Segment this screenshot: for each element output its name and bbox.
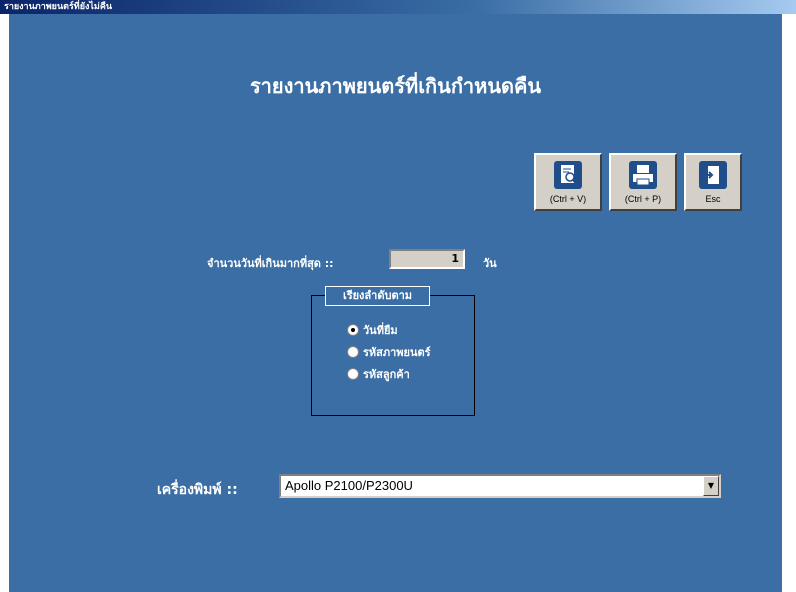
sort-option-label: รหัสลูกค้า [363, 368, 410, 381]
printer-select[interactable]: Apollo P2100/P2300U ▼ [279, 474, 721, 498]
preview-shortcut-label: (Ctrl + V) [549, 194, 587, 204]
preview-button[interactable]: (Ctrl + V) [534, 153, 602, 211]
window-titlebar: รายงานภาพยนตร์ที่ยังไม่คืน [0, 0, 796, 14]
window-title: รายงานภาพยนตร์ที่ยังไม่คืน [4, 2, 113, 12]
print-button[interactable]: (Ctrl + P) [609, 153, 677, 211]
dropdown-arrow-icon[interactable]: ▼ [703, 476, 719, 496]
print-preview-icon [554, 161, 582, 189]
printer-label: เครื่องพิมพ์ :: [157, 482, 238, 498]
page-title: รายงานภาพยนตร์ที่เกินกำหนดคืน [249, 74, 542, 98]
printer-selected-value: Apollo P2100/P2300U [285, 478, 413, 493]
exit-door-icon [699, 161, 727, 189]
days-unit-label: วัน [483, 257, 497, 270]
report-form: รายงานภาพยนตร์ที่เกินกำหนดคืน (Ctrl + V)… [9, 14, 782, 592]
exit-shortcut-label: Esc [705, 194, 721, 204]
sort-option-borrow-date[interactable]: วันที่ยืม [347, 323, 398, 339]
sort-option-customer-code[interactable]: รหัสลูกค้า [347, 367, 410, 383]
sort-option-label: วันที่ยืม [363, 324, 398, 337]
printer-icon [629, 161, 657, 189]
sort-option-label: รหัสภาพยนตร์ [363, 346, 431, 359]
days-label: จำนวนวันที่เกินมากที่สุด :: [207, 257, 334, 270]
radio-icon[interactable] [347, 368, 359, 380]
exit-button[interactable]: Esc [684, 153, 742, 211]
sort-groupbox-title: เรียงลำดับตาม [325, 286, 430, 306]
sort-option-movie-code[interactable]: รหัสภาพยนตร์ [347, 345, 431, 361]
radio-selected-icon[interactable] [347, 324, 359, 336]
print-shortcut-label: (Ctrl + P) [624, 194, 662, 204]
radio-icon[interactable] [347, 346, 359, 358]
days-input[interactable]: 1 [389, 249, 465, 269]
window-right-edge [782, 14, 796, 592]
